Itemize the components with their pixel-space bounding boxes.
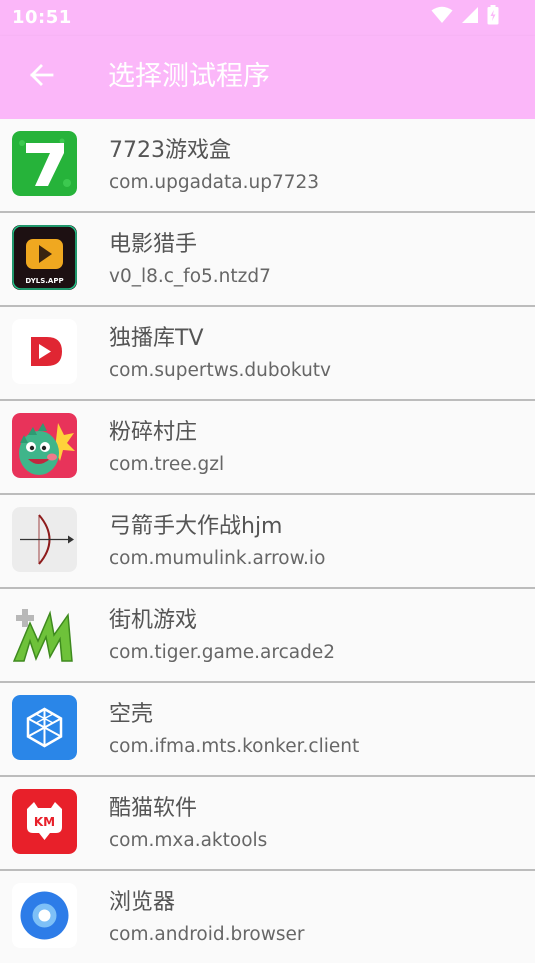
browser-app-icon	[12, 883, 77, 948]
kumao-app-icon: KM	[12, 789, 77, 854]
status-bar: 10:51	[0, 0, 535, 36]
list-item[interactable]: 独播库TV com.supertws.dubokutv	[0, 307, 535, 401]
konker-app-icon	[12, 695, 77, 760]
app-name: 弓箭手大作战hjm	[109, 514, 283, 539]
app-name: 独播库TV	[109, 326, 204, 351]
app-list: 7723游戏盒 com.upgadata.up7723 DYLS.APP 电影猎…	[0, 119, 535, 963]
list-item[interactable]: 浏览器 com.android.browser	[0, 871, 535, 963]
archer-app-icon	[12, 507, 77, 572]
arcade-app-icon	[12, 601, 77, 666]
app-name: 空壳	[109, 702, 154, 727]
app-package: com.tree.gzl	[109, 454, 225, 475]
list-item[interactable]: 空壳 com.ifma.mts.konker.client	[0, 683, 535, 777]
wifi-icon	[431, 6, 453, 28]
battery-icon	[487, 5, 499, 29]
svg-text:DYLS.APP: DYLS.APP	[25, 277, 63, 285]
app-package: v0_l8.c_fo5.ntzd7	[109, 266, 271, 287]
app-package: com.upgadata.up7723	[109, 172, 320, 193]
app-bar: 选择测试程序	[0, 36, 535, 119]
signal-icon	[461, 6, 479, 28]
app-name: 街机游戏	[109, 608, 198, 633]
app-package: com.ifma.mts.konker.client	[109, 736, 360, 757]
list-item[interactable]: KM 酷猫软件 com.mxa.aktools	[0, 777, 535, 871]
movie-hunter-app-icon: DYLS.APP	[12, 225, 77, 290]
7723-app-icon	[12, 131, 77, 196]
list-item[interactable]: 粉碎村庄 com.tree.gzl	[0, 401, 535, 495]
app-name: 酷猫软件	[109, 796, 198, 821]
list-item[interactable]: 街机游戏 com.tiger.game.arcade2	[0, 589, 535, 683]
list-item[interactable]: 7723游戏盒 com.upgadata.up7723	[0, 119, 535, 213]
smash-village-app-icon	[12, 413, 77, 478]
list-item[interactable]: 弓箭手大作战hjm com.mumulink.arrow.io	[0, 495, 535, 589]
app-name: 7723游戏盒	[109, 138, 231, 163]
back-button[interactable]	[20, 56, 62, 98]
app-name: 粉碎村庄	[109, 420, 198, 445]
status-time: 10:51	[12, 7, 72, 28]
app-name: 电影猎手	[109, 232, 198, 257]
list-item[interactable]: DYLS.APP 电影猎手 v0_l8.c_fo5.ntzd7	[0, 213, 535, 307]
status-icons	[431, 5, 499, 29]
duboku-app-icon	[12, 319, 77, 384]
svg-text:KM: KM	[34, 815, 55, 829]
app-package: com.supertws.dubokutv	[109, 360, 331, 381]
arrow-back-icon	[28, 62, 54, 92]
app-package: com.android.browser	[109, 924, 305, 945]
app-package: com.tiger.game.arcade2	[109, 642, 336, 663]
page-title: 选择测试程序	[108, 61, 270, 92]
app-package: com.mxa.aktools	[109, 830, 268, 851]
app-name: 浏览器	[109, 890, 176, 915]
app-package: com.mumulink.arrow.io	[109, 548, 326, 569]
